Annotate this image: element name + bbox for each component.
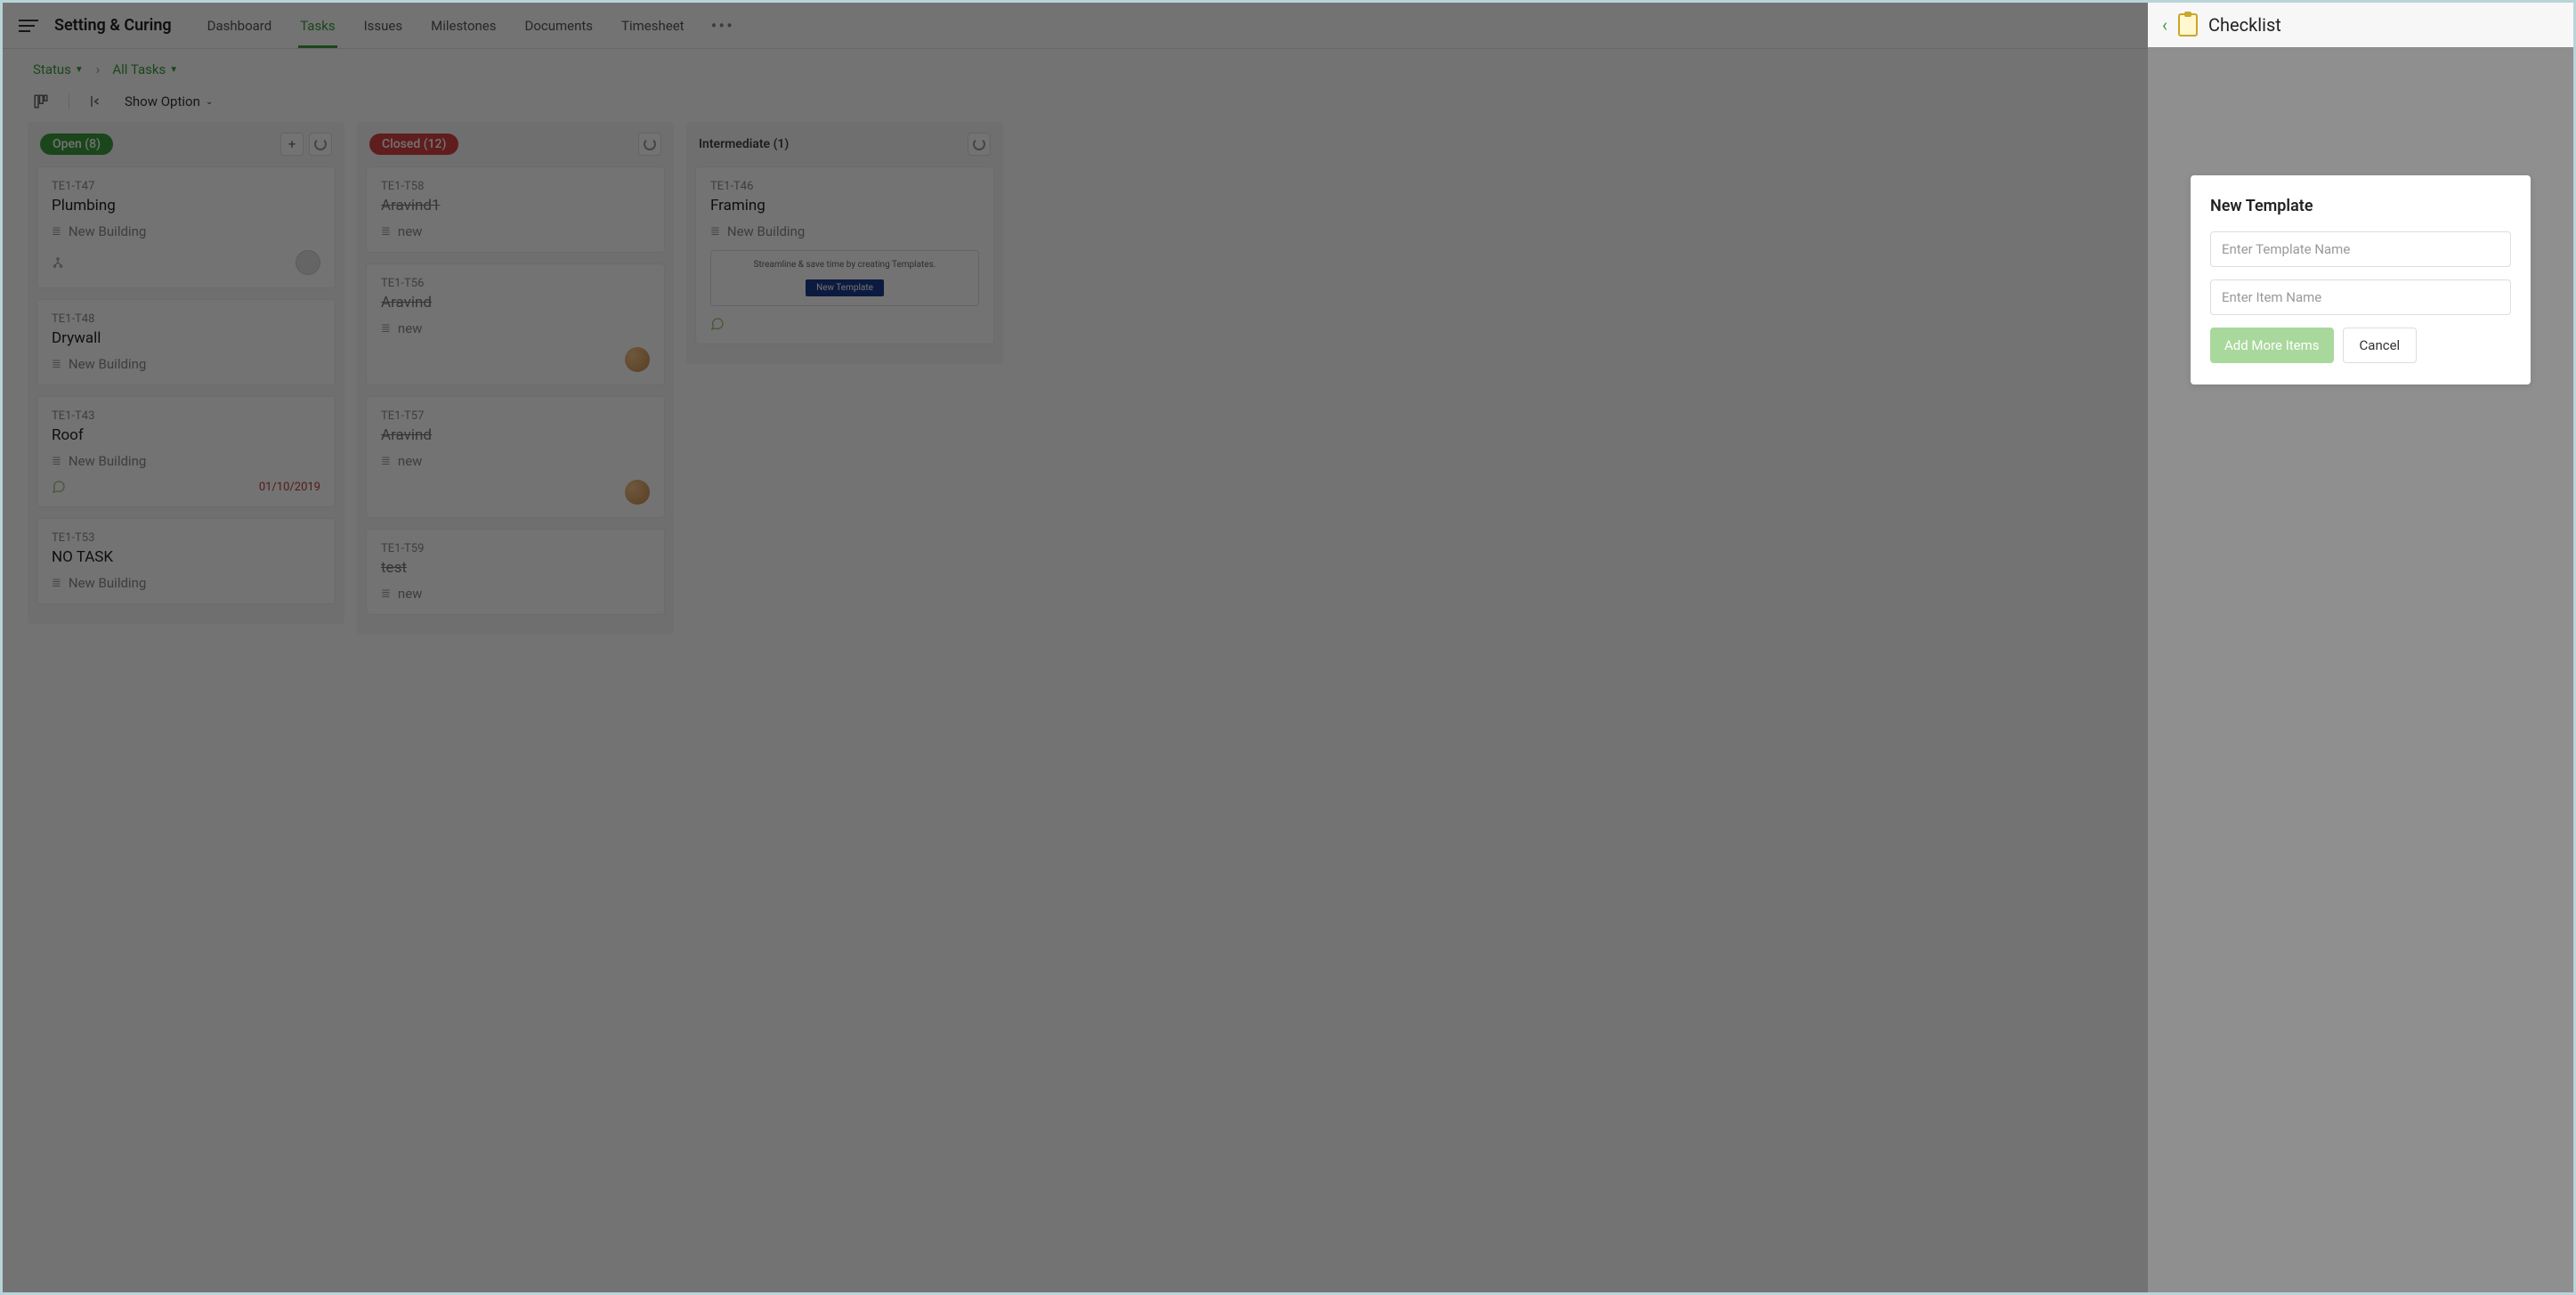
- panel-header: ‹ Checklist: [2148, 3, 2573, 47]
- template-name-input[interactable]: [2210, 231, 2511, 267]
- clipboard-icon: [2178, 13, 2198, 36]
- cancel-button[interactable]: Cancel: [2343, 328, 2418, 363]
- dialog-title: New Template: [2210, 197, 2511, 215]
- new-template-dialog: New Template Add More Items Cancel: [2191, 175, 2531, 384]
- dialog-actions: Add More Items Cancel: [2210, 328, 2511, 363]
- panel-title: Checklist: [2208, 14, 2281, 36]
- checklist-side-panel: ‹ Checklist New Template Add More Items …: [2148, 3, 2573, 1292]
- modal-scrim[interactable]: [3, 3, 2148, 1292]
- panel-back-button[interactable]: ‹: [2162, 14, 2167, 36]
- panel-body: New Template Add More Items Cancel: [2148, 47, 2573, 1292]
- add-more-items-button[interactable]: Add More Items: [2210, 328, 2334, 363]
- item-name-input[interactable]: [2210, 279, 2511, 315]
